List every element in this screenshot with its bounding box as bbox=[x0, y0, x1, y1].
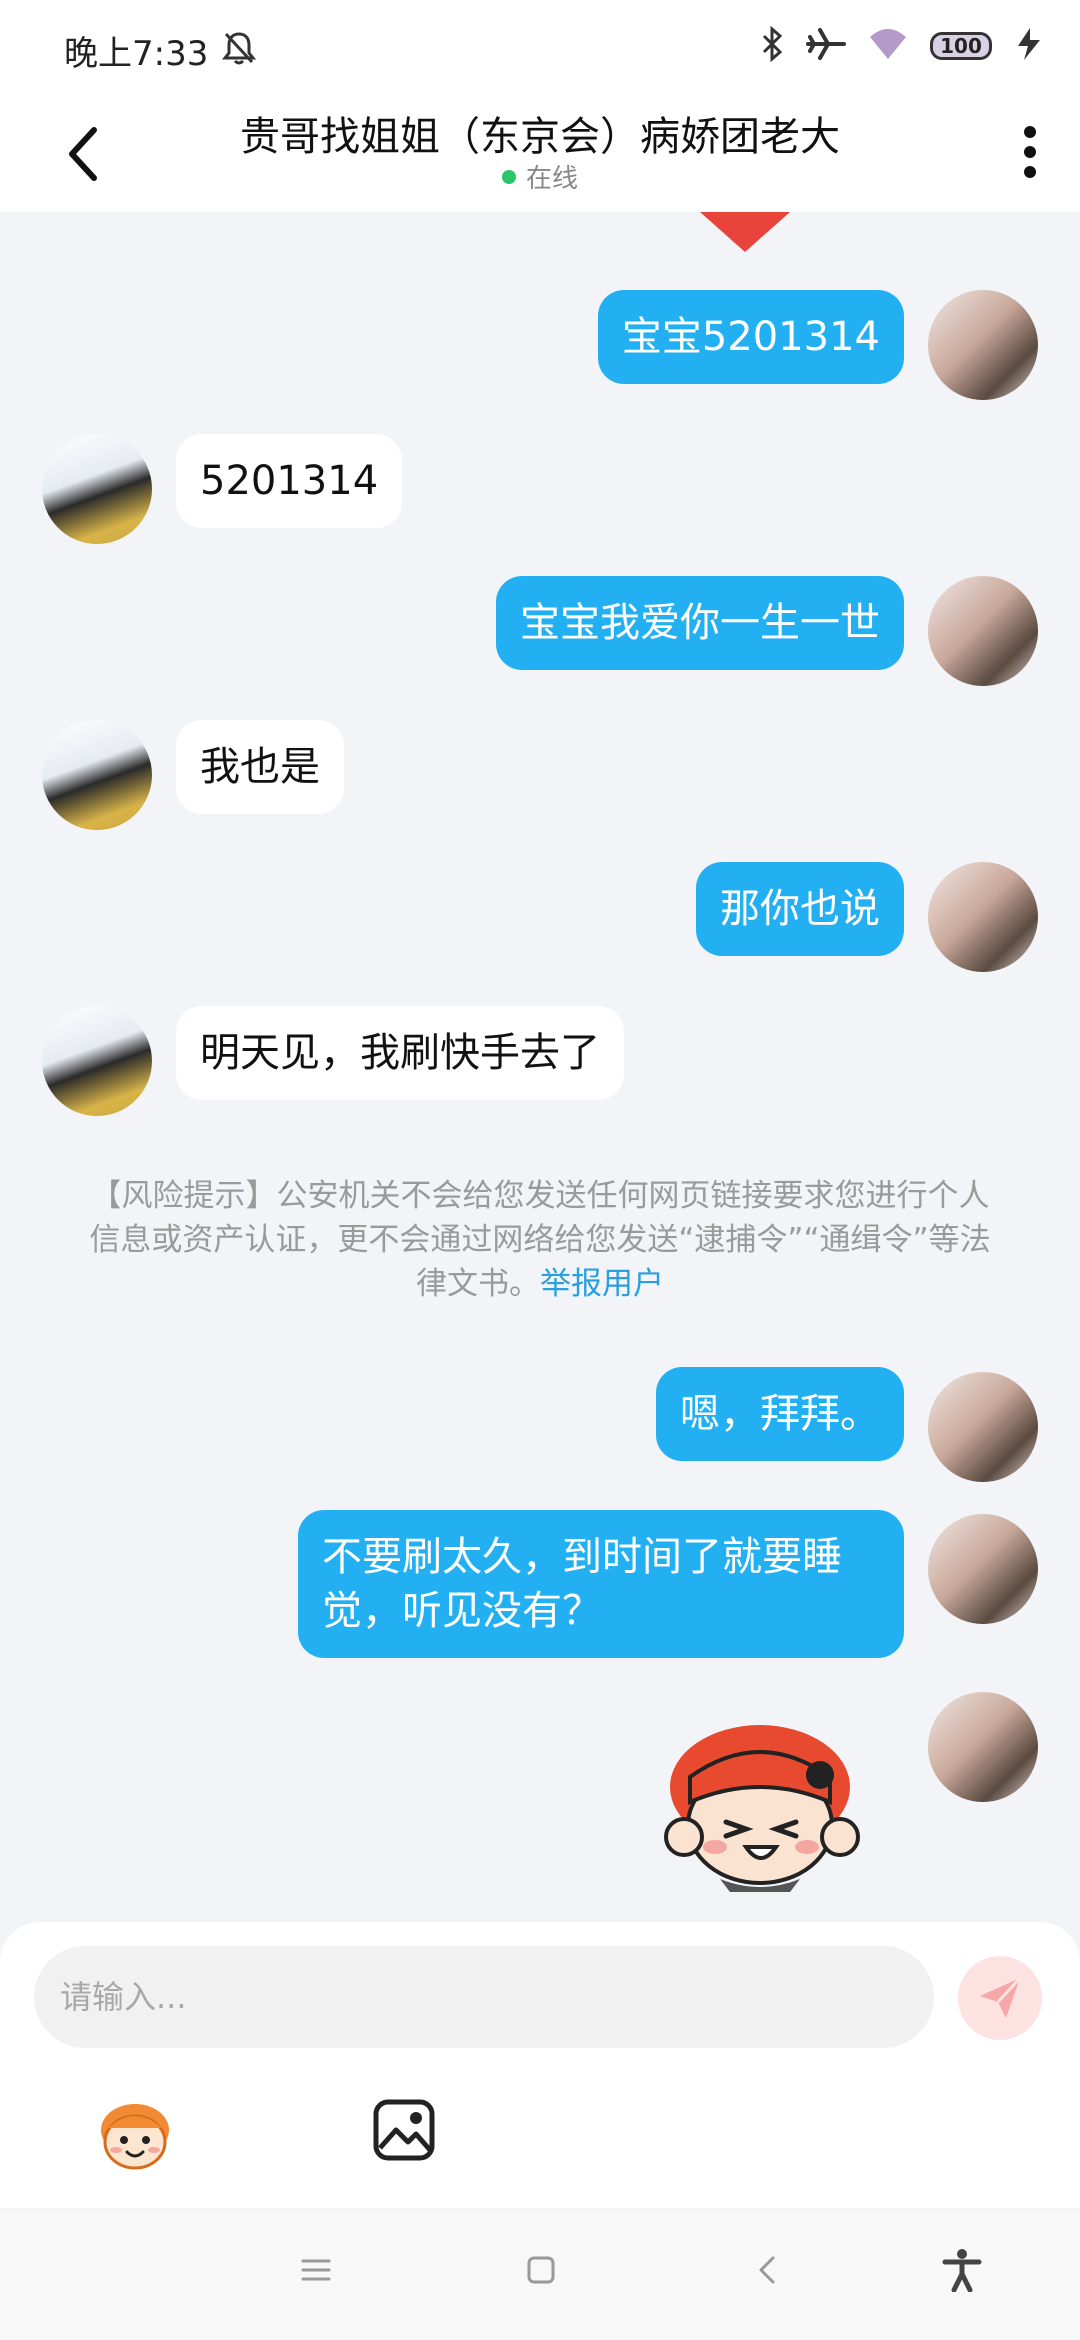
send-icon bbox=[980, 1976, 1022, 2018]
heart-sticker-partial bbox=[700, 212, 790, 252]
message-bubble-out[interactable]: 嗯，拜拜。 bbox=[656, 1367, 904, 1461]
bluetooth-icon bbox=[760, 25, 784, 66]
chat-screen: 晚上7:33 100 贵哥找姐姐（东京会）病娇团老大 在线 宝宝5201314 … bbox=[0, 0, 1080, 2340]
message-bubble-out[interactable]: 那你也说 bbox=[696, 862, 904, 956]
message-bubble-in[interactable]: 明天见，我刷快手去了 bbox=[176, 1006, 624, 1100]
avatar-me[interactable] bbox=[928, 576, 1038, 686]
avatar-contact[interactable] bbox=[42, 1006, 152, 1116]
home-icon[interactable] bbox=[525, 2254, 557, 2290]
message-bubble-in[interactable]: 我也是 bbox=[176, 720, 344, 814]
message-input[interactable] bbox=[34, 1946, 934, 2048]
menu-icon[interactable] bbox=[300, 2254, 332, 2290]
cartoon-sticker[interactable] bbox=[660, 1717, 865, 1892]
wifi-icon bbox=[868, 27, 908, 65]
avatar-me[interactable] bbox=[928, 290, 1038, 400]
avatar-contact[interactable] bbox=[42, 720, 152, 830]
more-vertical-icon[interactable] bbox=[1020, 120, 1040, 188]
status-bar: 晚上7:33 100 bbox=[0, 0, 1080, 96]
chat-title: 贵哥找姐姐（东京会）病娇团老大 bbox=[240, 114, 840, 160]
message-bubble-out[interactable]: 宝宝我爱你一生一世 bbox=[496, 576, 904, 670]
system-nav-bar bbox=[0, 2210, 1080, 2340]
input-panel bbox=[0, 1922, 1080, 2208]
status-time: 晚上7:33 bbox=[64, 34, 209, 74]
back-nav-icon[interactable] bbox=[752, 2254, 784, 2290]
report-user-link[interactable]: 举报用户 bbox=[540, 1266, 664, 1302]
avatar-contact[interactable] bbox=[42, 434, 152, 544]
charging-icon bbox=[1014, 26, 1044, 66]
message-bubble-out[interactable]: 宝宝5201314 bbox=[597, 290, 904, 384]
battery-indicator: 100 bbox=[930, 32, 992, 60]
avatar-me[interactable] bbox=[928, 862, 1038, 972]
accessibility-icon[interactable] bbox=[942, 2248, 982, 2296]
chat-header: 贵哥找姐姐（东京会）病娇团老大 在线 bbox=[0, 96, 1080, 212]
airplane-icon bbox=[806, 26, 846, 66]
message-bubble-out[interactable]: 不要刷太久，到时间了就要睡 觉，听见没有？ bbox=[298, 1510, 904, 1658]
avatar-me[interactable] bbox=[928, 1692, 1038, 1802]
send-button[interactable] bbox=[958, 1956, 1042, 2040]
message-bubble-in[interactable]: 5201314 bbox=[176, 434, 403, 528]
avatar-me[interactable] bbox=[928, 1372, 1038, 1482]
emoji-icon[interactable] bbox=[94, 2094, 176, 2176]
avatar-me[interactable] bbox=[928, 1514, 1038, 1624]
bell-muted-icon bbox=[221, 30, 257, 70]
message-list[interactable]: 宝宝5201314 5201314 宝宝我爱你一生一世 我也是 那你也说 明天见… bbox=[0, 212, 1080, 1922]
online-status-label: 在线 bbox=[525, 164, 578, 194]
online-status: 在线 bbox=[0, 158, 1080, 195]
image-icon[interactable] bbox=[372, 2098, 436, 2162]
risk-notice: 【风险提示】公安机关不会给您发送任何网页链接要求您进行个人信息或资产认证，更不会… bbox=[84, 1174, 996, 1306]
online-dot bbox=[501, 169, 516, 184]
